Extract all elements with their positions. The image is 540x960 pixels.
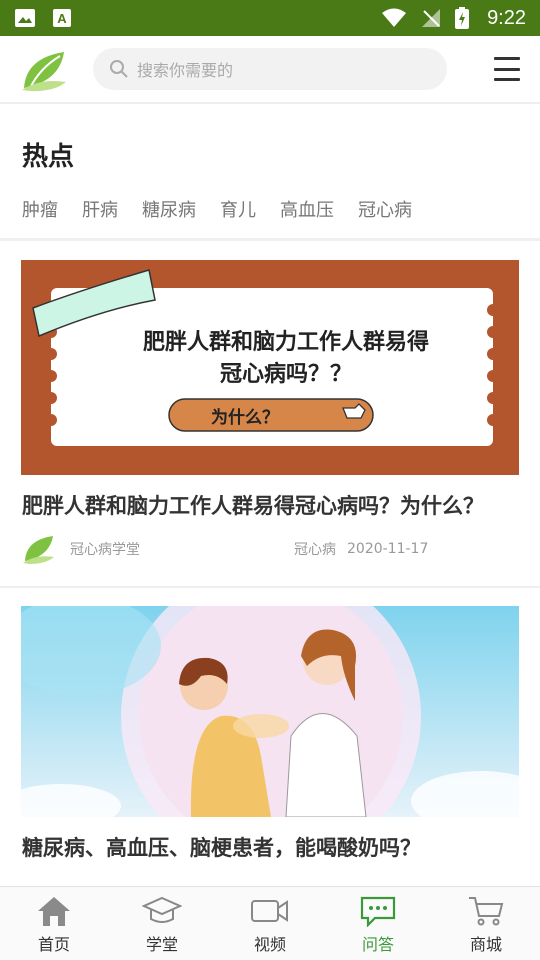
article-title-2[interactable]: 糖尿病、高血压、脑梗患者，能喝酸奶吗？: [22, 832, 421, 862]
nav-home-label: 首页: [37, 935, 70, 954]
nav-qa-label: 问答: [361, 935, 394, 954]
status-time: 9:22: [487, 6, 526, 29]
bottom-nav: 首页 学堂 视频 问答 商城: [0, 886, 540, 960]
video-camera-icon: [251, 900, 288, 922]
banner-line-1: 肥胖人群和脑力工作人群易得: [142, 330, 429, 355]
hot-tag-tumor[interactable]: 肿瘤: [22, 196, 58, 222]
app-notification-icon: A: [53, 9, 71, 27]
hot-tag-diabetes[interactable]: 糖尿病: [142, 196, 196, 222]
section-divider: [0, 238, 540, 241]
source-avatar-icon: [23, 536, 54, 564]
banner-line-2: 冠心病吗？？: [219, 362, 352, 387]
cart-icon: [469, 897, 504, 926]
hot-tag-liver[interactable]: 肝病: [82, 196, 118, 222]
hot-tag-hypertension[interactable]: 高血压: [280, 196, 334, 222]
search-icon: [110, 60, 128, 78]
no-signal-icon: [422, 9, 441, 27]
banner-button-label: 为什么？: [211, 408, 279, 428]
hot-title: 热点: [22, 142, 75, 172]
nav-video[interactable]: 视频: [216, 887, 324, 960]
gallery-icon: [15, 9, 35, 27]
home-icon: [38, 897, 70, 926]
nav-home[interactable]: 首页: [0, 887, 108, 960]
article-date: 2020-11-17: [347, 541, 429, 557]
article-banner[interactable]: 肥胖人群和脑力工作人群易得 冠心病吗？？ 为什么？: [21, 260, 519, 475]
article-divider: [0, 586, 540, 588]
hot-tags: 肿瘤 肝病 糖尿病 育儿 高血压 冠心病: [22, 196, 436, 222]
status-bar: A 9:22: [0, 0, 540, 36]
nav-shop-label: 商城: [469, 935, 502, 954]
nav-school[interactable]: 学堂: [108, 887, 216, 960]
chat-icon: [360, 896, 396, 927]
menu-icon[interactable]: [492, 54, 522, 84]
leaf-logo-icon[interactable]: [20, 48, 68, 92]
hot-tag-parenting[interactable]: 育儿: [220, 196, 256, 222]
hot-tag-coronary[interactable]: 冠心病: [358, 196, 412, 222]
wifi-icon: [382, 8, 407, 27]
doctor-patient-illustration: [21, 606, 519, 817]
article-source: 冠心病学堂: [70, 542, 140, 558]
top-bar: 搜索你需要的: [0, 36, 540, 104]
article-meta: 冠心病学堂 冠心病 2020-11-17: [22, 534, 522, 564]
nav-qa[interactable]: 问答: [324, 887, 432, 960]
svg-text:A: A: [57, 11, 67, 26]
battery-charging-icon: [455, 7, 470, 29]
nav-video-label: 视频: [253, 935, 286, 954]
graduation-cap-icon: [142, 896, 182, 923]
search-placeholder: 搜索你需要的: [137, 61, 234, 80]
article-tag: 冠心病: [294, 542, 336, 558]
article-banner-2[interactable]: [21, 606, 519, 817]
search-input[interactable]: 搜索你需要的: [93, 48, 447, 90]
article-title[interactable]: 肥胖人群和脑力工作人群易得冠心病吗？为什么？: [22, 490, 484, 520]
hot-section: 热点 肿瘤 肝病 糖尿病 育儿 高血压 冠心病: [0, 104, 540, 238]
nav-shop[interactable]: 商城: [432, 887, 540, 960]
nav-school-label: 学堂: [145, 935, 178, 954]
